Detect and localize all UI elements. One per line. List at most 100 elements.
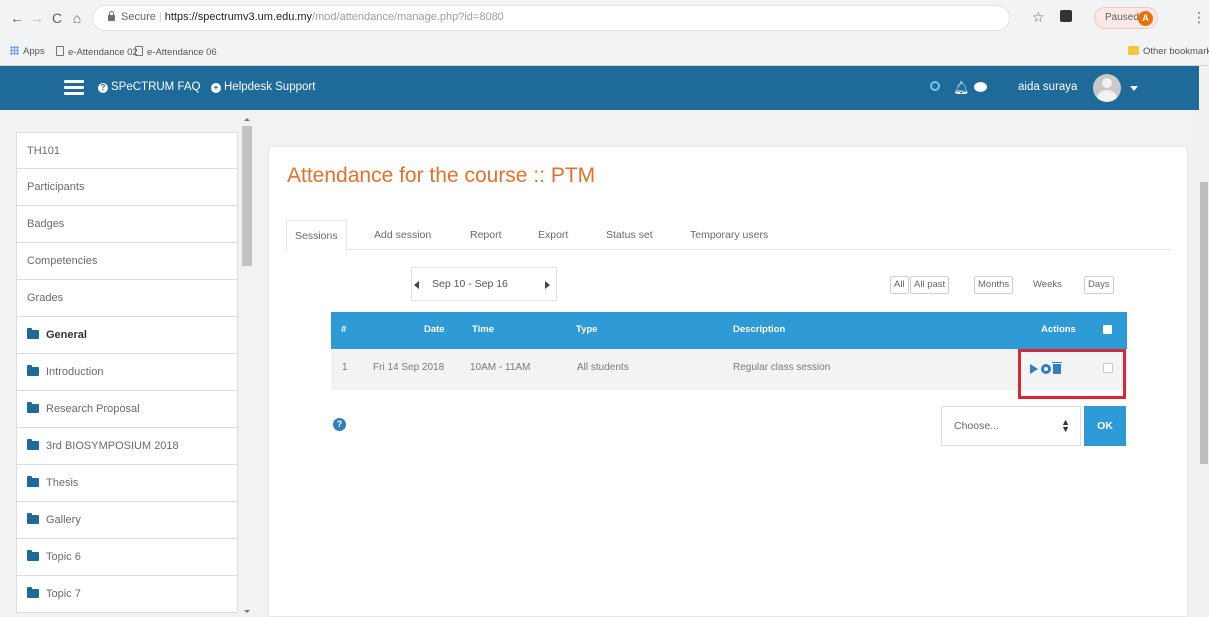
sidebar-item[interactable]: Thesis (16, 465, 238, 502)
page-icon (135, 46, 143, 56)
lock-icon (107, 11, 116, 21)
scrollbar-thumb[interactable] (1200, 182, 1208, 464)
sidebar-item[interactable]: Competencies (16, 243, 238, 280)
sidebar-item-label: Competencies (27, 255, 98, 267)
col-time[interactable]: Time (472, 324, 494, 335)
folder-icon (27, 402, 39, 413)
view-weeks-button[interactable]: Weeks (1029, 276, 1066, 294)
question-circle-icon: ? (98, 83, 108, 93)
sidebar-item-label: 3rd BIOSYMPOSIUM 2018 (46, 440, 179, 452)
bookmark-star-icon[interactable]: ☆ (1032, 9, 1045, 26)
cell-time: 10AM - 11AM (470, 362, 531, 373)
help-icon[interactable]: ? (333, 418, 346, 431)
attendance-tabs: Sessions Add session Report Export Statu… (286, 220, 1171, 251)
search-icon[interactable] (930, 81, 940, 91)
sidebar-item[interactable]: Grades (16, 280, 238, 317)
bookmark-apps[interactable]: Apps (10, 46, 45, 57)
chevron-down-icon[interactable] (1130, 86, 1138, 91)
sidebar-item-label: Gallery (46, 514, 81, 526)
tab-status-set[interactable]: Status set (606, 220, 653, 250)
sessions-table: # Date Time Type Description Actions 1 F… (331, 312, 1127, 390)
tab-add-session[interactable]: Add session (374, 220, 431, 250)
sidebar-item[interactable]: Participants (16, 169, 238, 206)
sidebar-item[interactable]: TH101 (16, 132, 238, 169)
col-date[interactable]: Date (424, 324, 445, 335)
sidebar-item[interactable]: General (16, 317, 238, 354)
browser-chrome: ← → C ⌂ Secure | https://spectrumv3.um.edu… (0, 0, 1209, 66)
browser-menu-icon[interactable]: ⋮ (1192, 9, 1206, 26)
sidebar-item-label: TH101 (27, 145, 61, 157)
folder-icon (27, 587, 39, 598)
lifebuoy-icon: + (211, 83, 221, 93)
back-arrow-icon[interactable]: ← (8, 9, 26, 27)
tab-temporary-users[interactable]: Temporary users (690, 220, 768, 250)
next-week-icon[interactable] (545, 281, 550, 289)
url-text: Secure | https://spectrumv3.um.edu.my/mod/… (121, 11, 504, 23)
cell-description: Regular class session (733, 362, 831, 373)
cell-date: Fri 14 Sep 2018 (373, 362, 445, 373)
folder-icon (27, 476, 39, 487)
sidebar-item[interactable]: Badges (16, 206, 238, 243)
profile-avatar: A (1138, 11, 1153, 26)
reload-icon[interactable]: C (48, 9, 66, 27)
browser-toolbar: ← → C ⌂ Secure | https://spectrumv3.um.edu… (0, 0, 1209, 38)
folder-icon (27, 439, 39, 450)
sidebar-item-label: Thesis (46, 477, 79, 489)
page-icon (56, 46, 64, 56)
bookmark-item[interactable]: e-Attendance 06 (135, 46, 217, 58)
profile-paused-button[interactable]: Paused A (1094, 7, 1158, 29)
view-days-button[interactable]: Days (1084, 276, 1114, 294)
view-months-button[interactable]: Months (974, 276, 1014, 294)
previous-week-icon[interactable] (414, 281, 419, 289)
sidebar-item-label: Introduction (46, 366, 104, 378)
folder-icon (27, 365, 39, 376)
sidebar-item[interactable]: Introduction (16, 354, 238, 391)
week-range[interactable]: Sep 10 - Sep 16 (432, 278, 508, 290)
folder-icon (27, 513, 39, 524)
home-icon[interactable]: ⌂ (68, 9, 86, 27)
faq-link[interactable]: ? SPeCTRUM FAQ (98, 81, 200, 93)
sidebar-item[interactable]: Topic 6 (16, 539, 238, 576)
bookmark-other[interactable]: Other bookmarks (1128, 46, 1209, 57)
sidebar-item[interactable]: Topic 7 (16, 576, 238, 613)
tab-sessions[interactable]: Sessions (286, 220, 347, 251)
folder-icon (27, 328, 39, 339)
chat-bubble-icon[interactable] (974, 82, 987, 92)
address-bar[interactable]: Secure | https://spectrumv3.um.edu.my/mod/… (92, 5, 1010, 31)
select-all-checkbox[interactable] (1103, 325, 1112, 334)
sidebar-item[interactable]: Gallery (16, 502, 238, 539)
helpdesk-link[interactable]: + Helpdesk Support (211, 81, 315, 93)
col-type[interactable]: Type (576, 324, 597, 335)
avatar[interactable] (1093, 74, 1121, 102)
sidebar-item-label: Badges (27, 218, 65, 230)
sidebar-item[interactable]: 3rd BIOSYMPOSIUM 2018 (16, 428, 238, 465)
tab-report[interactable]: Report (470, 220, 502, 250)
sidebar-list: TH101 Participants Badges Competencies Grade… (16, 132, 238, 613)
course-sidebar: TH101 Participants Badges Competencies Grade… (0, 110, 262, 617)
paused-label: Paused (1105, 12, 1139, 23)
table-header: # Date Time Type Description Actions (331, 312, 1127, 349)
view-all-button[interactable]: All (890, 276, 909, 294)
page-scrollbar[interactable] (1199, 66, 1209, 617)
extension-icon[interactable] (1060, 10, 1072, 22)
sidebar-scrollbar[interactable] (242, 118, 252, 613)
site-navbar: ? SPeCTRUM FAQ + Helpdesk Support 🔔︎ aida … (0, 66, 1209, 110)
bell-icon[interactable]: 🔔︎ (953, 80, 970, 96)
hamburger-menu-icon[interactable] (64, 80, 84, 96)
cell-type: All students (577, 362, 629, 373)
user-name[interactable]: aida suraya (1018, 81, 1077, 93)
bookmark-item[interactable]: e-Attendance 02 (56, 46, 138, 58)
bookmarks-bar: Apps e-Attendance 02 e-Attendance 06 Oth… (0, 40, 1209, 64)
tab-export[interactable]: Export (538, 220, 568, 250)
forward-arrow-icon[interactable]: → (28, 9, 46, 27)
folder-icon (1128, 46, 1139, 55)
cell-index: 1 (342, 362, 348, 373)
folder-icon (27, 550, 39, 561)
bulk-action-select[interactable]: Choose... ▲ ▼ (941, 406, 1081, 446)
table-row: 1 Fri 14 Sep 2018 10AM - 11AM All studen… (331, 349, 1127, 390)
sidebar-item[interactable]: Research Proposal (16, 391, 238, 428)
scrollbar-thumb[interactable] (242, 126, 252, 266)
view-all-past-button[interactable]: All past (910, 276, 950, 294)
sidebar-item-label: Participants (27, 181, 85, 193)
ok-button[interactable]: OK (1084, 406, 1126, 446)
